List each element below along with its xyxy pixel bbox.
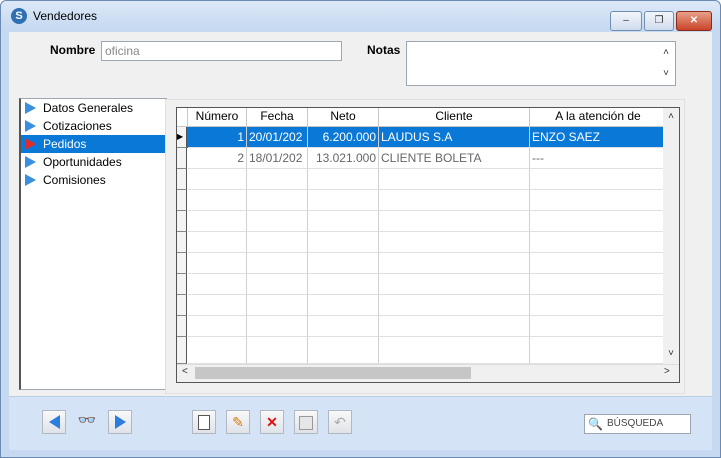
cell-neto: 13.021.000 bbox=[308, 148, 379, 169]
empty-row bbox=[177, 316, 667, 337]
grid-vertical-scrollbar[interactable]: ˄ ˅ bbox=[663, 108, 679, 364]
section-nav: Datos Generales Cotizaciones Pedidos Opo… bbox=[19, 98, 167, 390]
scroll-up-icon[interactable]: ˄ bbox=[663, 111, 679, 122]
vendedores-window: S Vendedores – ❐ ✕ Nombre oficina Notas … bbox=[0, 0, 721, 458]
empty-row bbox=[177, 295, 667, 316]
notas-label: Notas bbox=[367, 43, 401, 57]
empty-row bbox=[177, 232, 667, 253]
delete-button[interactable]: ✕ bbox=[260, 410, 284, 434]
pencil-icon: ✎ bbox=[232, 414, 244, 430]
search-input[interactable]: 🔍 BÚSQUEDA bbox=[584, 414, 691, 434]
binoculars-icon: 👓 bbox=[77, 412, 97, 429]
empty-row bbox=[177, 211, 667, 232]
empty-row bbox=[177, 253, 667, 274]
empty-row bbox=[177, 169, 667, 190]
scroll-up-icon[interactable]: ˄ bbox=[658, 43, 674, 64]
pedidos-panel: Número Fecha Neto Cliente A la atención … bbox=[165, 99, 685, 394]
sidebar-item-label: Oportunidades bbox=[43, 155, 122, 169]
arrow-right-icon bbox=[114, 415, 126, 429]
row-header-corner bbox=[177, 108, 188, 127]
sidebar-item-label: Datos Generales bbox=[43, 101, 134, 115]
sidebar-item-label: Comisiones bbox=[43, 173, 106, 187]
cell-neto: 6.200.000 bbox=[308, 127, 379, 148]
cell-cliente: CLIENTE BOLETA bbox=[379, 148, 530, 169]
arrow-left-icon bbox=[48, 415, 60, 429]
sidebar-item-label: Pedidos bbox=[43, 137, 87, 151]
notas-scrollbar[interactable]: ˄ ˅ bbox=[658, 43, 674, 85]
empty-row bbox=[177, 190, 667, 211]
empty-row bbox=[177, 337, 667, 364]
bottom-toolbar: 👓 ✎ ✕ ↶ 🔍 BÚSQUEDA bbox=[9, 396, 712, 450]
column-header-numero[interactable]: Número bbox=[188, 108, 247, 127]
new-button[interactable] bbox=[192, 410, 216, 434]
app-logo-icon: S bbox=[11, 8, 27, 24]
form-body: Nombre oficina Notas ˄ ˅ Datos Generales… bbox=[9, 32, 712, 450]
cell-numero: 2 bbox=[188, 148, 247, 169]
cell-atencion: --- bbox=[530, 148, 667, 169]
edit-button[interactable]: ✎ bbox=[226, 410, 250, 434]
horizontal-scroll-thumb[interactable] bbox=[195, 367, 471, 379]
save-button[interactable] bbox=[294, 410, 318, 434]
window-title: Vendedores bbox=[33, 9, 98, 23]
current-row-marker-icon: ▶ bbox=[177, 127, 187, 148]
column-header-neto[interactable]: Neto bbox=[308, 108, 379, 127]
scroll-left-icon[interactable]: < bbox=[182, 366, 188, 377]
cell-fecha: 20/01/202 bbox=[247, 127, 308, 148]
play-arrow-icon bbox=[25, 102, 36, 114]
delete-x-icon: ✕ bbox=[266, 414, 278, 430]
cell-atencion: ENZO SAEZ bbox=[530, 127, 667, 148]
column-header-fecha[interactable]: Fecha bbox=[247, 108, 308, 127]
scroll-down-icon[interactable]: ˅ bbox=[663, 348, 679, 359]
next-record-button[interactable] bbox=[108, 410, 132, 434]
cell-numero: 1 bbox=[188, 127, 247, 148]
grid-horizontal-scrollbar[interactable]: < > bbox=[177, 364, 679, 382]
undo-icon: ↶ bbox=[334, 414, 346, 430]
column-header-atencion[interactable]: A la atención de bbox=[530, 108, 667, 127]
play-arrow-icon bbox=[25, 120, 36, 132]
undo-button[interactable]: ↶ bbox=[328, 410, 352, 434]
sidebar-item-oportunidades[interactable]: Oportunidades bbox=[21, 153, 166, 171]
table-row[interactable]: ▶ 1 20/01/202 6.200.000 LAUDUS S.A ENZO … bbox=[177, 127, 667, 148]
title-bar: S Vendedores – ❐ ✕ bbox=[1, 1, 720, 31]
new-document-icon bbox=[198, 415, 210, 430]
scroll-right-icon[interactable]: > bbox=[664, 366, 670, 377]
sidebar-item-datos-generales[interactable]: Datos Generales bbox=[21, 99, 166, 117]
sidebar-item-cotizaciones[interactable]: Cotizaciones bbox=[21, 117, 166, 135]
nombre-field[interactable]: oficina bbox=[101, 41, 342, 61]
empty-row bbox=[177, 274, 667, 295]
table-row[interactable]: 2 18/01/202 13.021.000 CLIENTE BOLETA --… bbox=[177, 148, 667, 169]
sidebar-item-label: Cotizaciones bbox=[43, 119, 112, 133]
find-button[interactable]: 👓 bbox=[75, 410, 99, 434]
search-placeholder: BÚSQUEDA bbox=[607, 418, 664, 429]
notas-field[interactable]: ˄ ˅ bbox=[406, 41, 676, 86]
play-arrow-icon bbox=[25, 174, 36, 186]
play-arrow-icon bbox=[25, 156, 36, 168]
scroll-down-icon[interactable]: ˅ bbox=[658, 64, 674, 85]
row-header bbox=[177, 148, 187, 169]
floppy-disk-icon bbox=[299, 416, 313, 430]
cell-fecha: 18/01/202 bbox=[247, 148, 308, 169]
sidebar-item-pedidos[interactable]: Pedidos bbox=[21, 135, 166, 153]
minimize-button[interactable]: – bbox=[610, 11, 642, 31]
maximize-button[interactable]: ❐ bbox=[644, 11, 674, 31]
previous-record-button[interactable] bbox=[42, 410, 66, 434]
play-arrow-active-icon bbox=[25, 138, 36, 150]
sidebar-item-comisiones[interactable]: Comisiones bbox=[21, 171, 166, 189]
pedidos-grid[interactable]: Número Fecha Neto Cliente A la atención … bbox=[176, 107, 680, 383]
close-button[interactable]: ✕ bbox=[676, 11, 712, 31]
nombre-label: Nombre bbox=[50, 43, 96, 57]
magnifier-icon: 🔍 bbox=[588, 417, 603, 431]
column-header-cliente[interactable]: Cliente bbox=[379, 108, 530, 127]
cell-cliente: LAUDUS S.A bbox=[379, 127, 530, 148]
